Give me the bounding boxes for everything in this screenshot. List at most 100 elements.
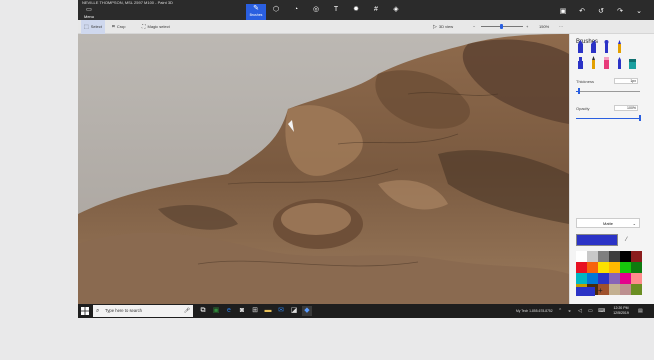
zoom-value: 150% <box>539 24 550 29</box>
select-label: Select <box>90 24 102 29</box>
select-tool[interactable]: ⬚ Select <box>81 20 105 34</box>
network-icon[interactable]: ◒ <box>568 308 571 314</box>
chevron-up-icon[interactable]: ⌃ <box>558 308 562 314</box>
taskbar-search-input[interactable]: ⌕ Type here to search 🎤︎ <box>93 305 193 317</box>
palette-swatch[interactable] <box>609 284 620 295</box>
zoom-out-button[interactable]: − <box>473 20 475 34</box>
clock-date: 12/5/2019 <box>613 310 629 315</box>
redo-button[interactable]: ↷ <box>615 7 625 17</box>
crop-icon: ⌗ <box>112 24 115 30</box>
3d-view-toggle[interactable]: ▷ 3D view <box>433 20 453 34</box>
edge-icon[interactable]: e <box>224 306 234 316</box>
pencil-icon[interactable] <box>589 56 598 70</box>
effects-icon: ✹ <box>353 6 359 13</box>
more-options-button[interactable]: ··· <box>559 20 563 34</box>
redo-icon: ↷ <box>617 8 623 15</box>
excel-icon[interactable]: ▣ <box>211 306 221 316</box>
watercolor-brush-icon[interactable] <box>615 40 624 54</box>
palette-swatch[interactable] <box>620 273 631 284</box>
pixel-pen-icon[interactable] <box>576 56 585 70</box>
tool-3d-library[interactable]: ◈ <box>386 5 406 19</box>
tool-text[interactable]: T <box>326 5 346 19</box>
palette-swatch[interactable] <box>609 273 620 284</box>
magic-select-tool[interactable]: ⛶ Magic select <box>142 20 170 34</box>
menu-button[interactable]: ▭ Menu <box>82 7 96 19</box>
ribbon: NEVILLE THOMPSON, MSL 2597 M100 - Paint … <box>78 0 654 20</box>
file-explorer-icon[interactable]: ▬ <box>263 306 273 316</box>
camera-icon[interactable]: ◙ <box>237 306 247 316</box>
palette-swatch[interactable] <box>620 262 631 273</box>
palette-swatch[interactable] <box>598 262 609 273</box>
custom-color-swatch[interactable] <box>576 287 595 296</box>
fill-bucket-icon[interactable] <box>628 56 637 70</box>
opacity-label: Opacity <box>576 106 590 111</box>
palette-swatch[interactable] <box>609 262 620 273</box>
start-button[interactable] <box>80 306 90 316</box>
tool-3d-shapes[interactable]: ◔ <box>286 5 306 19</box>
tool-2d-shapes[interactable]: ⬡ <box>266 5 286 19</box>
tool-brushes-label: Brushes <box>249 13 263 17</box>
crop-tool[interactable]: ⌗ Crop <box>112 20 126 34</box>
notification-icon[interactable]: ▤ <box>638 308 643 314</box>
palette-swatch[interactable] <box>631 273 642 284</box>
opacity-input[interactable]: 100% <box>614 105 638 111</box>
palette-swatch[interactable] <box>609 251 620 262</box>
palette-swatch[interactable] <box>587 273 598 284</box>
task-view-icon[interactable]: ⧉ <box>198 306 208 316</box>
add-color-button[interactable]: + <box>598 286 603 295</box>
canvas-icon: # <box>374 6 378 13</box>
current-color-swatch[interactable] <box>576 234 618 246</box>
palette-swatch[interactable] <box>631 262 642 273</box>
clock[interactable]: 12:20 PM 12/5/2019 <box>611 306 631 315</box>
mail-icon[interactable]: ✉ <box>276 306 286 316</box>
oil-brush-icon[interactable] <box>602 40 611 54</box>
microphone-icon[interactable]: 🎤︎ <box>184 305 190 317</box>
view-icon: ▷ <box>433 24 437 30</box>
undo-button[interactable]: ↶ <box>577 7 587 17</box>
paint3d-taskbar-icon[interactable]: ◆ <box>302 306 312 316</box>
thickness-slider[interactable] <box>576 91 640 92</box>
window-title: NEVILLE THOMPSON, MSL 2597 M100 - Paint … <box>82 0 173 5</box>
tool-brushes[interactable]: ✎ Brushes <box>246 4 266 20</box>
paste-button[interactable]: ▣ <box>558 7 568 17</box>
crayon-icon[interactable] <box>615 56 624 70</box>
thickness-slider-thumb[interactable] <box>578 88 580 94</box>
palette-swatch[interactable] <box>598 251 609 262</box>
palette-swatch[interactable] <box>631 251 642 262</box>
photos-icon[interactable]: ◪ <box>289 306 299 316</box>
marker-brush-icon[interactable] <box>576 40 585 54</box>
battery-icon[interactable]: ▭ <box>588 308 593 314</box>
finish-dropdown[interactable]: Matte ⌄ <box>576 218 640 228</box>
expand-button[interactable]: ⌄ <box>634 7 644 17</box>
history-button[interactable]: ↺ <box>596 7 606 17</box>
palette-swatch[interactable] <box>576 262 587 273</box>
chevron-down-icon: ⌄ <box>632 221 636 226</box>
keyboard-icon[interactable]: ⌨ <box>598 308 605 314</box>
tool-effects[interactable]: ✹ <box>346 5 366 19</box>
palette-swatch[interactable] <box>620 251 631 262</box>
tool-canvas[interactable]: # <box>366 5 386 19</box>
palette-swatch[interactable] <box>620 284 631 295</box>
calligraphy-pen-icon[interactable] <box>589 40 598 54</box>
eyedropper-icon[interactable]: ⁄ <box>626 237 627 243</box>
tool-stickers[interactable]: ◎ <box>306 5 326 19</box>
3d-library-icon: ◈ <box>393 6 399 13</box>
palette-swatch[interactable] <box>631 284 642 295</box>
palette-swatch[interactable] <box>576 273 587 284</box>
drawing-canvas[interactable] <box>78 34 569 304</box>
palette-swatch[interactable] <box>598 273 609 284</box>
thickness-input[interactable]: 1px <box>614 78 638 84</box>
search-placeholder: Type here to search <box>105 308 143 313</box>
history-icon: ↺ <box>598 8 604 15</box>
zoom-slider-thumb[interactable] <box>500 24 503 29</box>
store-icon[interactable]: ⊞ <box>250 306 260 316</box>
palette-swatch[interactable] <box>587 251 598 262</box>
palette-swatch[interactable] <box>576 251 587 262</box>
zoom-in-button[interactable]: + <box>526 20 528 34</box>
palette-swatch[interactable] <box>587 262 598 273</box>
eraser-icon[interactable] <box>602 56 611 70</box>
3d-shapes-icon: ◔ <box>293 6 299 13</box>
volume-icon[interactable]: ◁ <box>578 308 582 314</box>
opacity-slider-thumb[interactable] <box>639 115 641 121</box>
tray-support-text: My Tech 1-855-678-8752 <box>516 309 553 313</box>
